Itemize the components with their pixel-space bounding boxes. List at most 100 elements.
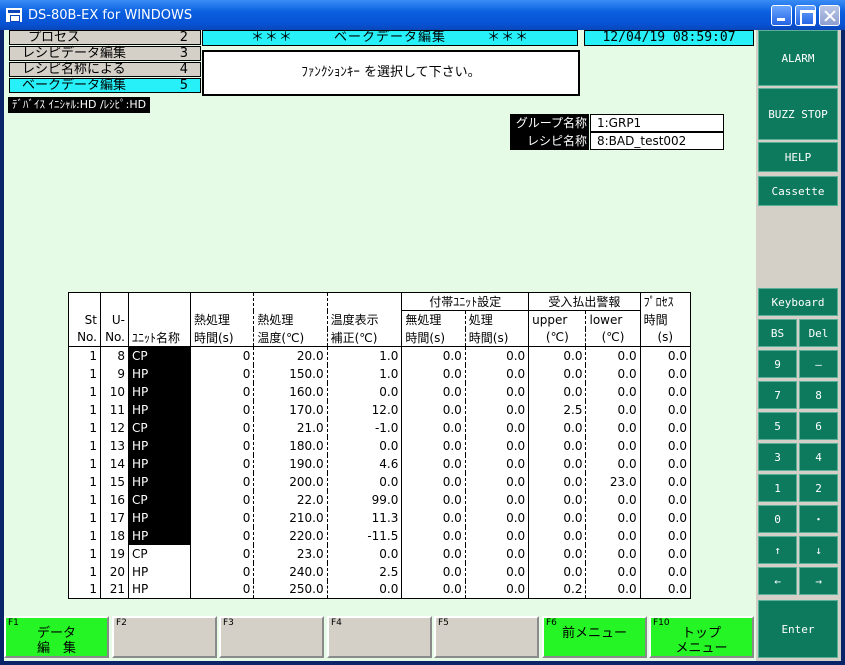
cell-unit-name[interactable]: HP [128,364,191,383]
cell-temp-correction[interactable]: 1.0 [327,346,403,365]
cell-st-no[interactable]: 1 [68,346,101,365]
cell-temp-correction[interactable]: 2.5 [327,562,403,581]
key-dot[interactable]: ・ [799,505,838,533]
table-row[interactable]: 1 13 HP 0 180.0 0.0 0.0 0.0 0.0 0.0 0.0 [68,436,691,455]
cell-lower[interactable]: 0.0 [585,526,641,545]
close-button[interactable] [819,5,840,26]
menu-item-recipe-edit[interactable]: レシピデータ編集 3 [9,46,201,61]
cell-no-proc-time[interactable]: 0.0 [401,382,466,401]
cell-unit-name[interactable]: CP [128,346,191,365]
cell-upper[interactable]: 0.0 [528,436,587,455]
cell-upper[interactable]: 0.0 [528,562,587,581]
table-row[interactable]: 1 14 HP 0 190.0 4.6 0.0 0.0 0.0 0.0 0.0 [68,454,691,473]
key-3[interactable]: 3 [758,443,797,471]
function-key-f1[interactable]: F1 データ 編 集 [4,616,109,658]
cell-unit-name[interactable]: HP [128,526,191,545]
cell-u-no[interactable]: 9 [100,364,129,383]
cell-heat-time[interactable]: 0 [190,418,255,437]
menu-item-by-recipe-name[interactable]: レシピ名称による 4 [9,62,201,77]
cell-heat-time[interactable]: 0 [190,580,255,599]
alarm-button[interactable]: ALARM [758,30,838,86]
function-key-f6[interactable]: F6 前メニュー [542,616,647,658]
cell-temp-correction[interactable]: -11.5 [327,526,403,545]
cell-st-no[interactable]: 1 [68,562,101,581]
cell-no-proc-time[interactable]: 0.0 [401,508,466,527]
cell-st-no[interactable]: 1 [68,490,101,509]
cell-st-no[interactable]: 1 [68,526,101,545]
cell-st-no[interactable]: 1 [68,436,101,455]
cell-lower[interactable]: 0.0 [585,454,641,473]
arrow-right-key[interactable]: → [799,567,838,595]
cell-u-no[interactable]: 11 [100,400,129,419]
cell-temp-correction[interactable]: 0.0 [327,382,403,401]
cell-lower[interactable]: 0.0 [585,418,641,437]
cell-no-proc-time[interactable]: 0.0 [401,454,466,473]
help-button[interactable]: HELP [758,142,838,172]
maximize-button[interactable] [795,5,816,26]
cell-unit-name[interactable]: HP [128,562,191,581]
cell-lower[interactable]: 0.0 [585,508,641,527]
key-7[interactable]: 7 [758,381,797,409]
cell-u-no[interactable]: 10 [100,382,129,401]
cell-st-no[interactable]: 1 [68,472,101,491]
cell-heat-time[interactable]: 0 [190,400,255,419]
cell-proc-time[interactable]: 0.0 [465,526,530,545]
cell-temp-correction[interactable]: 0.0 [327,436,403,455]
cell-proc-time[interactable]: 0.0 [465,454,530,473]
cell-process-time[interactable]: 0.0 [640,563,690,581]
key-6[interactable]: 6 [799,412,838,440]
key-1[interactable]: 1 [758,474,797,502]
table-row[interactable]: 1 8 CP 0 20.0 1.0 0.0 0.0 0.0 0.0 0.0 [68,346,691,365]
function-key-f10[interactable]: F10 トップ メニュー [649,616,754,658]
cell-heat-time[interactable]: 0 [190,346,255,365]
key-4[interactable]: 4 [799,443,838,471]
cell-lower[interactable]: 23.0 [585,472,641,491]
cell-temp-correction[interactable]: 1.0 [327,364,403,383]
table-row[interactable]: 1 15 HP 0 200.0 0.0 0.0 0.0 0.0 23.0 0.0 [68,472,691,491]
cell-heat-time[interactable]: 0 [190,490,255,509]
cell-heat-temp[interactable]: 250.0 [253,580,328,599]
cell-no-proc-time[interactable]: 0.0 [401,364,466,383]
cell-heat-temp[interactable]: 190.0 [253,454,328,473]
cell-upper[interactable]: 0.2 [528,580,587,599]
table-row[interactable]: 1 12 CP 0 21.0 -1.0 0.0 0.0 0.0 0.0 0.0 [68,418,691,437]
cell-lower[interactable]: 0.0 [585,400,641,419]
cell-process-time[interactable]: 0.0 [640,383,690,401]
cell-no-proc-time[interactable]: 0.0 [401,436,466,455]
cell-st-no[interactable]: 1 [68,544,101,563]
cell-temp-correction[interactable]: 0.0 [327,544,403,563]
table-row[interactable]: 1 9 HP 0 150.0 1.0 0.0 0.0 0.0 0.0 0.0 [68,364,691,383]
cell-lower[interactable]: 0.0 [585,346,641,365]
cell-no-proc-time[interactable]: 0.0 [401,346,466,365]
table-row[interactable]: 1 18 HP 0 220.0 -11.5 0.0 0.0 0.0 0.0 0.0 [68,526,691,545]
cell-lower[interactable]: 0.0 [585,580,641,599]
cell-upper[interactable]: 0.0 [528,508,587,527]
cell-heat-time[interactable]: 0 [190,562,255,581]
key-minus[interactable]: — [799,350,838,378]
cell-upper[interactable]: 0.0 [528,346,587,365]
cell-temp-correction[interactable]: 12.0 [327,400,403,419]
cell-st-no[interactable]: 1 [68,364,101,383]
cell-heat-time[interactable]: 0 [190,364,255,383]
cell-heat-time[interactable]: 0 [190,526,255,545]
table-row[interactable]: 1 16 CP 0 22.0 99.0 0.0 0.0 0.0 0.0 0.0 [68,490,691,509]
cell-lower[interactable]: 0.0 [585,562,641,581]
cell-unit-name[interactable]: HP [128,400,191,419]
cell-unit-name[interactable]: HP [128,454,191,473]
cell-upper[interactable]: 0.0 [528,364,587,383]
arrow-left-key[interactable]: ← [758,567,797,595]
cell-no-proc-time[interactable]: 0.0 [401,490,466,509]
cell-unit-name[interactable]: CP [128,490,191,509]
cell-upper[interactable]: 0.0 [528,382,587,401]
cell-upper[interactable]: 0.0 [528,454,587,473]
cell-unit-name[interactable]: CP [128,544,191,563]
cell-proc-time[interactable]: 0.0 [465,472,530,491]
cell-unit-name[interactable]: CP [128,418,191,437]
cell-proc-time[interactable]: 0.0 [465,346,530,365]
cell-proc-time[interactable]: 0.0 [465,562,530,581]
cell-no-proc-time[interactable]: 0.0 [401,418,466,437]
cell-st-no[interactable]: 1 [68,382,101,401]
cell-process-time[interactable]: 0.0 [640,419,690,437]
key-0[interactable]: 0 [758,505,797,533]
cell-lower[interactable]: 0.0 [585,382,641,401]
